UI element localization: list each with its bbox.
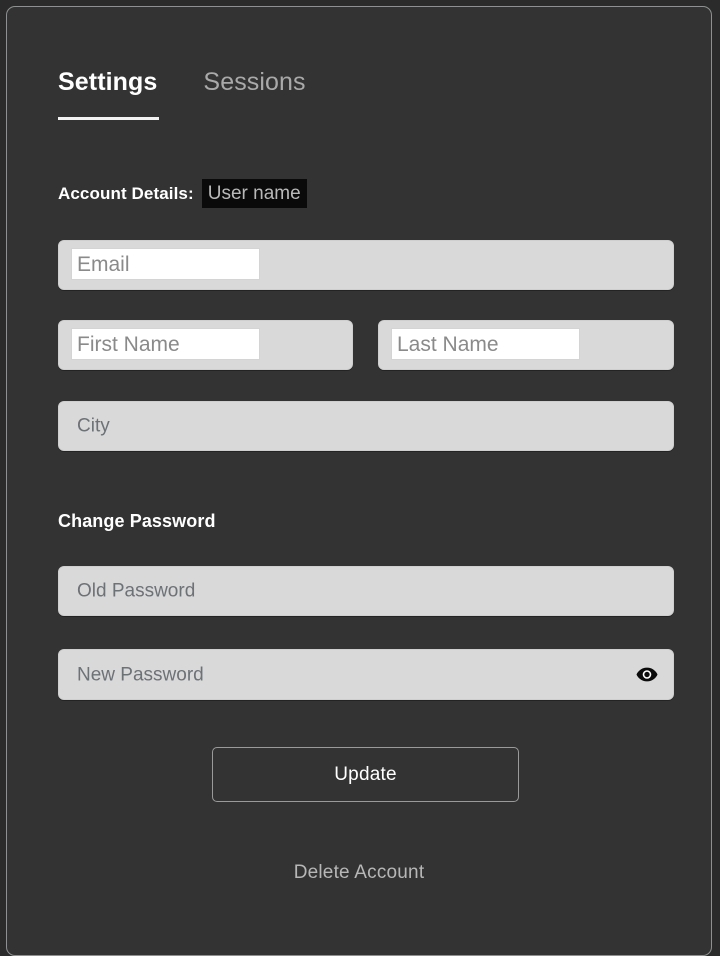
eye-icon[interactable] — [635, 663, 659, 687]
first-name-field[interactable]: First Name — [58, 320, 353, 370]
settings-content: Settings Sessions Account Details: User … — [7, 7, 711, 955]
tab-settings-label: Settings — [58, 68, 158, 96]
email-input[interactable]: Email — [71, 248, 260, 280]
last-name-placeholder: Last Name — [397, 332, 499, 356]
username-value: User name — [201, 179, 307, 208]
old-password-field[interactable]: Old Password — [58, 566, 674, 616]
tab-active-underline — [58, 117, 159, 120]
update-button[interactable]: Update — [212, 747, 519, 802]
new-password-placeholder: New Password — [77, 664, 204, 685]
settings-window: Settings Sessions Account Details: User … — [6, 6, 712, 956]
last-name-input[interactable]: Last Name — [391, 328, 580, 360]
account-details-label: Account Details: — [58, 184, 194, 203]
email-field[interactable]: Email — [58, 240, 674, 290]
new-password-field[interactable]: New Password — [58, 649, 674, 700]
tab-settings[interactable]: Settings — [58, 67, 159, 120]
first-name-placeholder: First Name — [77, 332, 180, 356]
change-password-heading: Change Password — [58, 511, 216, 531]
tab-bar: Settings Sessions — [58, 67, 306, 120]
last-name-field[interactable]: Last Name — [378, 320, 674, 370]
delete-account-link[interactable]: Delete Account — [7, 862, 711, 884]
city-field[interactable]: City — [58, 401, 674, 451]
email-placeholder: Email — [77, 252, 130, 276]
city-placeholder: City — [77, 415, 110, 437]
old-password-placeholder: Old Password — [77, 580, 196, 602]
account-details-row: Account Details: User name — [58, 179, 307, 208]
first-name-input[interactable]: First Name — [71, 328, 260, 360]
tab-sessions[interactable]: Sessions — [203, 67, 305, 120]
tab-sessions-label: Sessions — [203, 68, 306, 96]
